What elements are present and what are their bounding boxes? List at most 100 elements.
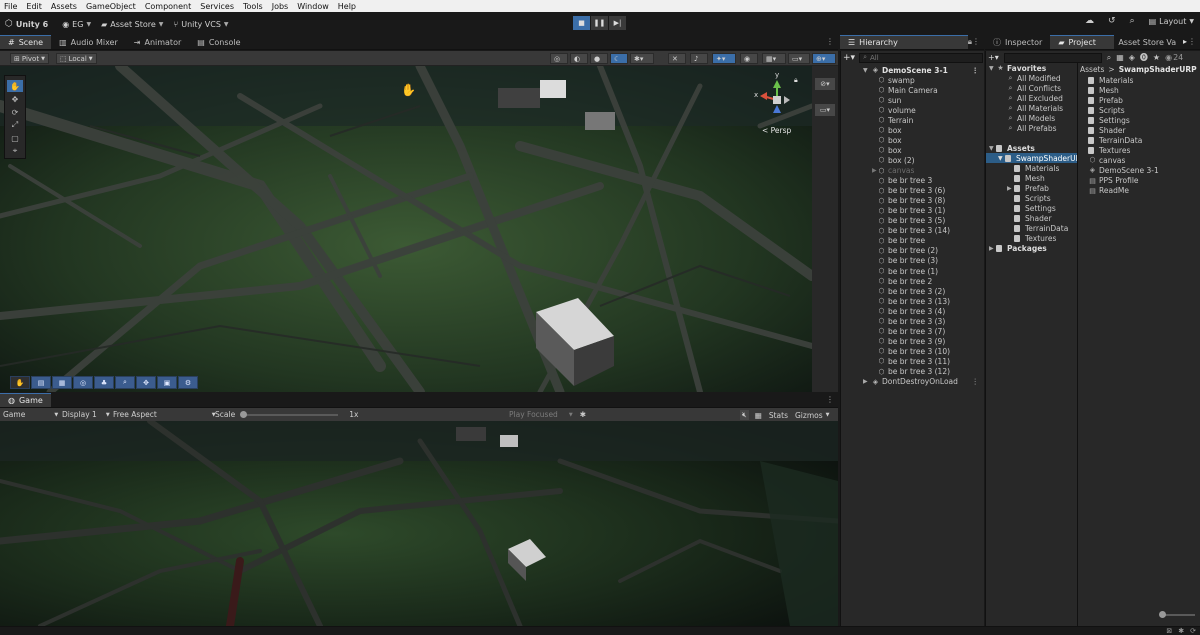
asset-item[interactable]: Materials (986, 75, 1196, 85)
asset-item[interactable]: Prefab (986, 95, 1196, 105)
scene-view[interactable]: ✋ y x < Persp 🔒︎ (0, 66, 812, 392)
hierarchy-item[interactable]: ⬡ be br tree 3 (12) (841, 367, 985, 377)
tree-folder-item[interactable]: Textures (986, 234, 1077, 244)
expand-arrow-icon[interactable]: ▶ (872, 167, 877, 174)
warning-icon[interactable]: ⓿ (1140, 52, 1148, 63)
asset-item[interactable]: Textures (986, 145, 1196, 155)
menu-edit[interactable]: Edit (26, 2, 42, 11)
hierarchy-item[interactable]: ⬡ be br tree 3 (1) (841, 206, 985, 216)
tab-scroll-icon[interactable]: ▸ (1183, 37, 1187, 46)
perspective-label[interactable]: < Persp (762, 126, 791, 135)
network-icon[interactable]: ⊠ (1166, 627, 1172, 635)
add-icon[interactable]: +▾ (843, 53, 855, 63)
audio-toggle[interactable]: ♪ (690, 53, 708, 64)
tab-console[interactable]: ▤ Console (189, 35, 248, 49)
local-dropdown[interactable]: ⬚ Local ▼ (56, 53, 97, 64)
hierarchy-item[interactable]: ⬡ be br tree 3 (7) (841, 326, 985, 336)
terrain-tool-4[interactable]: ♣ (94, 376, 114, 389)
tree-folder-item[interactable]: TerrainData (986, 224, 1077, 234)
hierarchy-item[interactable]: ⬡ be br tree (1) (841, 266, 985, 276)
hierarchy-item[interactable]: ⬡ be br tree 2 (841, 276, 985, 286)
scale-tool[interactable]: ⤢ (7, 119, 23, 131)
tab-inspector[interactable]: ⓘ Inspector (985, 35, 1050, 49)
layout-button[interactable]: ▤ Layout ▼ (1149, 17, 1194, 26)
more-menu-icon[interactable]: ⋮ (826, 37, 834, 46)
hierarchy-item[interactable]: ⬡ be br tree 3 (841, 176, 985, 186)
tab-hierarchy[interactable]: ☰ Hierarchy (840, 35, 968, 49)
hierarchy-item[interactable]: ⬡ be br tree 3 (3) (841, 316, 985, 326)
account-button[interactable]: ◉ EG ▼ (57, 16, 96, 32)
menu-tools[interactable]: Tools (243, 2, 263, 11)
asset-item[interactable]: Scripts (986, 105, 1196, 115)
scale-slider[interactable] (240, 410, 339, 418)
refresh-icon[interactable]: ⟳ (1190, 627, 1196, 635)
add-icon[interactable]: +▾ (988, 53, 999, 62)
step-button[interactable]: ▶| (609, 16, 626, 30)
tree-folder-item[interactable]: Shader (986, 214, 1077, 224)
menu-file[interactable]: File (4, 2, 17, 11)
hidden-toggle[interactable]: ◉ (740, 53, 758, 64)
hierarchy-item[interactable]: ⬡ box (841, 135, 985, 145)
hierarchy-item[interactable]: ⬡ be br tree 3 (6) (841, 186, 985, 196)
stats-button[interactable]: Stats (769, 411, 788, 420)
filter-type-icon[interactable]: ▦ (1116, 53, 1124, 62)
menu-gameobject[interactable]: GameObject (86, 2, 136, 11)
asset-item[interactable]: ▤ ReadMe (986, 186, 1196, 196)
breadcrumb-current[interactable]: SwampShaderURP (1119, 65, 1197, 74)
hierarchy-item[interactable]: ⬡ be br tree 3 (4) (841, 306, 985, 316)
tab-audio-mixer[interactable]: ▥ Audio Mixer (51, 35, 126, 49)
hand-tool[interactable]: ✋ (7, 80, 23, 92)
tab-scene[interactable]: # Scene (0, 35, 52, 49)
hierarchy-item[interactable]: ⬡ be br tree 3 (10) (841, 346, 985, 356)
dont-destroy-item[interactable]: ▶ ◈ DontDestroyOnLoad ⋮ (841, 377, 985, 387)
lock-icon[interactable]: 🔒︎ (794, 76, 798, 85)
asset-item[interactable]: ◈ DemoScene 3-1 (986, 165, 1196, 175)
vcs-button[interactable]: ⑂ Unity VCS ▼ (168, 16, 233, 32)
more-menu-icon[interactable]: ⋮ (972, 37, 980, 46)
shaded-button[interactable]: ◐ (570, 53, 588, 64)
overlay-options-button[interactable]: ⊘▾ (815, 78, 835, 90)
favorites-section[interactable]: ▼ ★ Favorites (986, 63, 1077, 73)
terrain-tool-3[interactable]: ◎ (73, 376, 93, 389)
hierarchy-item[interactable]: ⬡ volume (841, 105, 985, 115)
asset-item[interactable]: Shader (986, 125, 1196, 135)
asset-item[interactable]: Mesh (986, 85, 1196, 95)
hand-tool[interactable]: ✋ (10, 376, 30, 389)
tree-folder-item[interactable]: Settings (986, 204, 1077, 214)
pause-button[interactable]: ❚❚ (591, 16, 608, 30)
menu-component[interactable]: Component (145, 2, 191, 11)
scene-root-item[interactable]: ▼ ◈ DemoScene 3-1 ⋮ (841, 65, 985, 75)
draw-mode-button[interactable]: ◎ (550, 53, 568, 64)
grid-toggle[interactable]: ▦▾ (762, 53, 786, 64)
more-menu-icon[interactable]: ⋮ (972, 377, 980, 386)
aspect-dropdown[interactable]: Free Aspect ▼ (113, 410, 216, 419)
hierarchy-item[interactable]: ⬡ Terrain (841, 115, 985, 125)
terrain-tool-6[interactable]: ✥ (136, 376, 156, 389)
unity-button[interactable]: ⬡ Unity 6 (0, 16, 53, 32)
asset-item[interactable]: ▤ PPS Profile (986, 176, 1196, 186)
debug-button[interactable]: ✱▾ (630, 53, 654, 64)
play-button[interactable]: ■ (573, 16, 590, 30)
tab-animator[interactable]: ⇥ Animator (126, 35, 189, 49)
asset-item[interactable]: TerrainData (986, 135, 1196, 145)
hierarchy-item[interactable]: ⬡ box (2) (841, 155, 985, 165)
rotate-tool[interactable]: ⟳ (7, 106, 23, 118)
camera-overlay-button[interactable]: ▭▾ (815, 104, 835, 116)
night-mode-button[interactable]: ☾ (610, 53, 628, 64)
hierarchy-item[interactable]: ⬡ be br tree 3 (13) (841, 296, 985, 306)
mute-audio-icon[interactable]: 🔇︎ (740, 410, 749, 420)
play-focused-dropdown[interactable]: Play Focused ▼ ✱ (509, 410, 586, 419)
hierarchy-item[interactable]: ⬡ Main Camera (841, 85, 985, 95)
rect-tool[interactable]: ▢ (7, 132, 23, 144)
game-view[interactable] (0, 421, 838, 626)
camera-settings-button[interactable]: ▭▾ (788, 53, 810, 64)
expand-arrow-icon[interactable]: ▼ (863, 67, 868, 74)
terrain-tool-7[interactable]: ▣ (157, 376, 177, 389)
hierarchy-item[interactable]: ⬡ be br tree (841, 236, 985, 246)
expand-arrow-icon[interactable]: ▶ (989, 245, 994, 252)
debug-icon[interactable]: ✱ (1178, 627, 1184, 635)
hierarchy-item[interactable]: ⬡ be br tree 3 (5) (841, 216, 985, 226)
menu-jobs[interactable]: Jobs (272, 2, 289, 11)
hierarchy-item[interactable]: ⬡ be br tree 3 (2) (841, 286, 985, 296)
hierarchy-search-field[interactable]: ⌕ All (859, 52, 983, 63)
